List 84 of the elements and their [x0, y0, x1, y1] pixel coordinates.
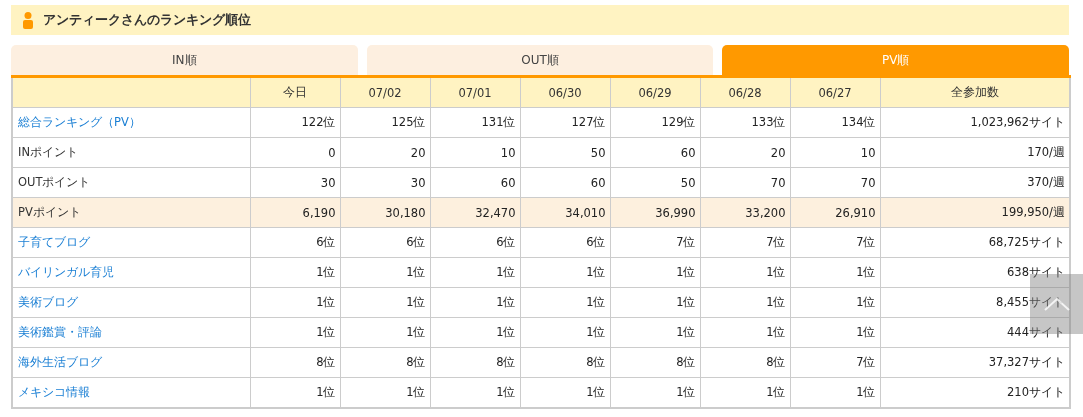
table-cell: 34,010 [520, 197, 610, 228]
table-cell: 1位 [700, 317, 790, 348]
table-cell: 20 [340, 137, 430, 168]
table-cell: 8位 [430, 347, 520, 378]
row-label: INポイント [18, 145, 78, 159]
table-cell: 1位 [340, 287, 430, 318]
table-cell: 133位 [700, 107, 790, 138]
table-cell: 20 [700, 137, 790, 168]
table-cell: 1位 [340, 317, 430, 348]
table-cell: 1位 [790, 317, 880, 348]
table-cell: 33,200 [700, 197, 790, 228]
table-cell: 1位 [790, 257, 880, 288]
table-cell: 7位 [790, 347, 880, 378]
table-cell: 8位 [520, 347, 610, 378]
table-cell: 30 [340, 167, 430, 198]
table-cell: 30,180 [340, 197, 430, 228]
table-cell: 26,910 [790, 197, 880, 228]
table-cell: 7位 [700, 227, 790, 258]
column-header: 06/27 [790, 76, 880, 108]
table-cell: 50 [610, 167, 700, 198]
category-link[interactable]: 海外生活ブログ [18, 355, 102, 369]
table-cell: 1位 [610, 287, 700, 318]
table-cell: 1位 [610, 317, 700, 348]
table-cell: 1位 [340, 257, 430, 288]
table-cell: 129位 [610, 107, 700, 138]
tab[interactable]: OUT順 [366, 45, 714, 75]
person-icon [23, 11, 33, 29]
table-cell: 6位 [430, 227, 520, 258]
table-cell: 7位 [790, 227, 880, 258]
table-cell: 6位 [250, 227, 340, 258]
table-cell: 70 [790, 167, 880, 198]
table-cell: 6位 [340, 227, 430, 258]
column-header: 今日 [250, 76, 340, 108]
category-link[interactable]: 子育てブログ [18, 235, 90, 249]
table-cell: 1位 [700, 287, 790, 318]
table-cell: 36,990 [610, 197, 700, 228]
table-cell: 127位 [520, 107, 610, 138]
row-label: OUTポイント [18, 175, 91, 189]
table-cell: 134位 [790, 107, 880, 138]
table-cell: 1位 [520, 257, 610, 288]
tab[interactable]: IN順 [11, 45, 358, 75]
column-header: 07/01 [430, 76, 520, 108]
table-cell: 1位 [250, 287, 340, 318]
table-cell: 50 [520, 137, 610, 168]
table-cell: 1位 [520, 287, 610, 318]
table-cell: 6位 [520, 227, 610, 258]
table-cell: 60 [520, 167, 610, 198]
category-link[interactable]: バイリンガル育児 [18, 265, 114, 279]
table-cell: 1位 [610, 257, 700, 288]
column-header: 06/28 [700, 76, 790, 108]
column-header: 06/29 [610, 76, 700, 108]
table-cell: 60 [610, 137, 700, 168]
column-header: 全参加数 [880, 76, 1070, 108]
column-header: 07/02 [340, 76, 430, 108]
table-cell: 1位 [520, 317, 610, 348]
table-cell: 1位 [430, 287, 520, 318]
table-cell: 8位 [340, 347, 430, 378]
table-cell: 10 [430, 137, 520, 168]
table-cell: 32,470 [430, 197, 520, 228]
table-cell: 70 [700, 167, 790, 198]
table-cell: 1位 [250, 257, 340, 288]
row-label: PVポイント [18, 205, 81, 219]
table-cell: 8位 [700, 347, 790, 378]
table-cell: 8位 [250, 347, 340, 378]
table-cell: 0 [250, 137, 340, 168]
table-cell: 1位 [430, 257, 520, 288]
table-cell: 6,190 [250, 197, 340, 228]
category-link[interactable]: 美術ブログ [18, 295, 78, 309]
table-cell: 122位 [250, 107, 340, 138]
table-cell: 30 [250, 167, 340, 198]
table-cell: 10 [790, 137, 880, 168]
column-header: 06/30 [520, 76, 610, 108]
table-cell: 131位 [430, 107, 520, 138]
table-cell: 60 [430, 167, 520, 198]
table-cell: 1位 [430, 317, 520, 348]
category-link[interactable]: メキシコ情報 [18, 385, 90, 399]
table-cell: 1位 [250, 317, 340, 348]
table-cell: 1位 [790, 287, 880, 318]
heading-text: アンティークさんのランキング順位 [43, 11, 251, 29]
table-cell: 7位 [610, 227, 700, 258]
table-cell: 125位 [340, 107, 430, 138]
table-cell: 8位 [610, 347, 700, 378]
table-cell: 1位 [700, 257, 790, 288]
category-link[interactable]: 美術鑑賞・評論 [18, 325, 102, 339]
